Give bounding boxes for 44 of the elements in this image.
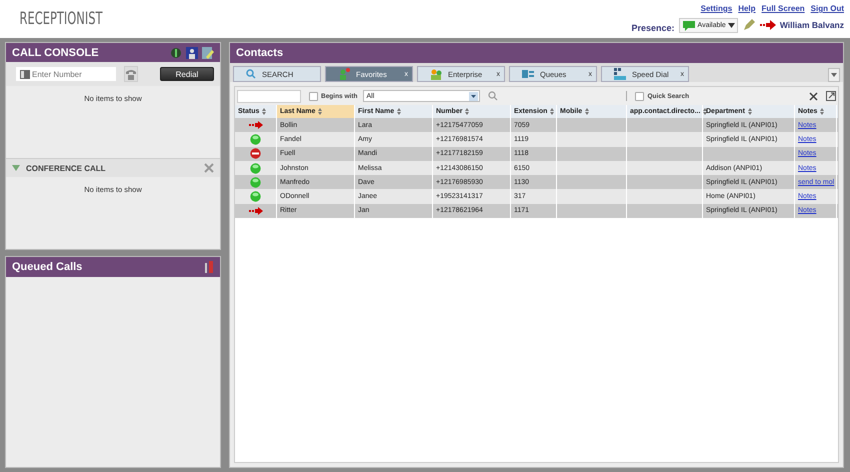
header-link[interactable]: Help — [738, 4, 756, 13]
do-not-disturb-icon — [250, 148, 261, 160]
status-dot-icon — [250, 134, 261, 145]
header-link[interactable]: Full Screen — [762, 4, 805, 13]
arrow-icon — [248, 206, 262, 215]
checkbox[interactable] — [635, 92, 644, 100]
person-star-icon — [338, 68, 350, 80]
user-name: William Balvanz — [780, 20, 844, 30]
person-icon[interactable] — [186, 46, 198, 59]
panel-title: Queued Calls — [12, 261, 82, 273]
keypad-icon — [614, 68, 626, 80]
arrow-icon — [760, 20, 776, 30]
popout-icon[interactable] — [826, 91, 836, 101]
checkbox[interactable] — [309, 92, 318, 100]
redial-button[interactable]: Redial — [160, 67, 214, 82]
number-field[interactable]: Enter Number — [16, 67, 116, 82]
caret-icon — [728, 22, 735, 28]
status-dot-icon — [250, 191, 261, 202]
panel-title: Contacts — [236, 47, 284, 59]
header-link[interactable]: Settings — [700, 4, 732, 13]
caret-icon — [469, 92, 478, 100]
dial-button[interactable] — [124, 66, 138, 82]
header-link[interactable]: Sign Out — [810, 4, 844, 13]
sort-icon[interactable] — [703, 108, 708, 115]
phone-queue-icon — [522, 68, 534, 80]
search-icon — [246, 69, 256, 79]
status-dot-icon — [250, 176, 261, 188]
caret-icon — [831, 73, 837, 77]
speech-bubble-icon — [682, 20, 696, 30]
tab-menu-button[interactable] — [828, 68, 840, 82]
close-icon[interactable] — [809, 92, 818, 100]
notepad-icon[interactable] — [202, 46, 214, 59]
app-logo: RECEPTIONIST — [18, 8, 103, 29]
expand-triangle-icon[interactable] — [12, 165, 20, 172]
presence-label: Presence: — [632, 23, 675, 33]
panel-title: CALL CONSOLE — [12, 46, 99, 59]
people-icon — [430, 68, 442, 80]
conference-call-header[interactable]: CONFERENCE CALL — [6, 158, 220, 177]
search-field[interactable] — [237, 90, 301, 102]
pencil-icon[interactable] — [742, 18, 756, 32]
arrow-icon — [248, 121, 262, 130]
search-icon[interactable] — [488, 91, 498, 101]
section-title: CONFERENCE CALL — [26, 164, 107, 173]
status-dot-icon — [250, 162, 261, 174]
